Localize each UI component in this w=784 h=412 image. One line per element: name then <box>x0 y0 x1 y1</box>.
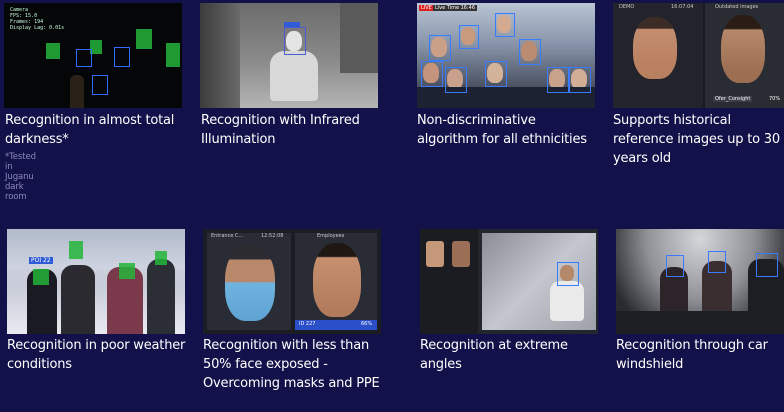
historical-thumbnail: DEMO 16:07:04 Outdated images Ofer_Consi… <box>613 3 784 108</box>
feature-caption: Recognition in poor weather conditions <box>7 338 186 372</box>
detection-box <box>708 251 726 273</box>
panel-header: Entrance C... <box>211 233 244 239</box>
feature-caption: Recognition through car windshield <box>616 338 768 372</box>
detection-box <box>557 262 579 286</box>
historic-face <box>721 15 765 83</box>
detection-box <box>136 29 152 49</box>
weather-thumbnail: POI 22 <box>7 229 185 334</box>
poi-tag: POI 22 <box>29 257 53 264</box>
panel-header: Employees <box>317 233 345 239</box>
detection-box <box>569 67 591 93</box>
person-silhouette <box>147 259 175 334</box>
panel-header: Outdated images <box>715 4 759 10</box>
ethnicities-thumbnail: LIVE Live Time 16:46 <box>417 3 595 108</box>
dashboard <box>616 311 784 334</box>
person-body <box>270 51 318 101</box>
feature-caption: Recognition with less than 50% face expo… <box>203 338 380 391</box>
tree-shape <box>200 3 240 108</box>
detection-box <box>155 251 167 265</box>
darkness-thumbnail: Camera FPS: 15.0 Frames: 194 Display Lag… <box>4 3 182 108</box>
angles-thumbnail <box>420 229 598 334</box>
detection-box <box>666 255 684 277</box>
panel-time: 16:07:04 <box>671 4 694 10</box>
detection-box <box>69 241 83 259</box>
reference-face <box>633 17 677 79</box>
feature-caption: Recognition in almost total darkness* <box>5 113 175 147</box>
feature-footnote: *Tested in Juganu dark room <box>5 152 36 202</box>
detection-box <box>756 253 778 277</box>
tree-shape <box>340 3 378 73</box>
detection-box <box>119 263 135 279</box>
person-silhouette <box>61 265 95 334</box>
feature-caption: Non-discriminative algorithm for all eth… <box>417 113 587 147</box>
gallery-face <box>426 241 444 267</box>
panel-header: DEMO <box>619 4 635 10</box>
overlay-text: Display Lag: 0.01s <box>10 25 65 31</box>
score-tag: 66% <box>361 321 373 327</box>
feature-caption: Recognition with Infrared Illumination <box>201 113 360 147</box>
score-tag: 70% <box>769 96 781 102</box>
person-silhouette <box>70 75 84 108</box>
gallery-face <box>452 241 470 267</box>
windshield-thumbnail <box>616 229 784 334</box>
live-tag: LIVE <box>419 5 434 11</box>
detection-box <box>519 39 541 65</box>
detection-box <box>46 43 60 59</box>
detection-box <box>429 35 451 61</box>
detection-box <box>33 269 49 285</box>
detection-box <box>114 47 130 67</box>
mask-thumbnail: Entrance C... 12:52:08 Employees ID 227 … <box>203 229 381 334</box>
id-tag: ID 227 <box>299 321 316 327</box>
time-tag: Live Time 16:46 <box>433 5 478 11</box>
feature-caption: Supports historical reference images up … <box>613 113 780 166</box>
detection-box <box>459 25 479 49</box>
detection-box <box>76 49 92 67</box>
detection-box <box>445 67 467 93</box>
detection-box <box>166 43 180 67</box>
detection-box <box>485 61 507 87</box>
infrared-thumbnail <box>200 3 378 108</box>
detection-tag <box>284 22 300 27</box>
detection-box <box>495 13 515 37</box>
panel-time: 12:52:08 <box>261 233 284 239</box>
detection-box <box>421 61 443 87</box>
detection-box <box>92 75 108 95</box>
detection-box <box>547 67 569 93</box>
reference-face <box>313 243 361 317</box>
name-tag: Ofer_Consight <box>713 96 753 102</box>
person-body <box>550 281 584 321</box>
masked-face <box>225 245 275 321</box>
detection-box <box>284 27 306 55</box>
feature-caption: Recognition at extreme angles <box>420 338 568 372</box>
